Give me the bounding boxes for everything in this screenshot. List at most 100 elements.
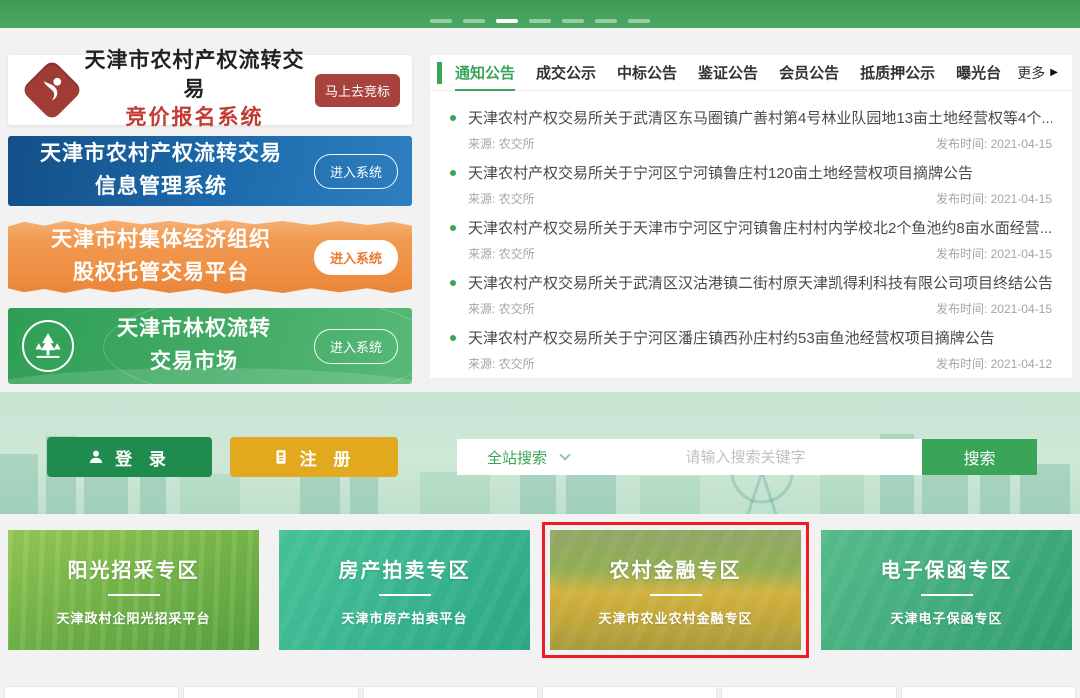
bullet-icon — [450, 280, 456, 286]
announcement-title[interactable]: 天津农村产权交易所关于宁河区潘庄镇西孙庄村约53亩鱼池经营权项目摘牌公告 — [468, 327, 995, 348]
announcement-source: 来源: 农交所 — [468, 190, 535, 207]
carousel-dash-3[interactable] — [496, 19, 518, 23]
user-icon — [87, 448, 105, 466]
list-item: 天津农村产权交易所关于武清区东马圈镇广善村第4号林业队园地13亩土地经营权等4个… — [450, 100, 1052, 155]
tabs: 通知公告 成交公示 中标公告 鉴证公告 会员公告 抵质押公示 曝光台 — [455, 55, 1017, 90]
feature-box[interactable] — [721, 686, 896, 698]
hero-banner: 登 录 注 册 全站搜索 搜索 — [0, 392, 1080, 514]
zone-title: 农村金融专区 — [610, 554, 742, 583]
bidding-system-title-block: 天津市农村产权流转交易 竞价报名系统 — [74, 47, 315, 132]
zone-divider — [650, 594, 702, 596]
zone-title: 阳光招采专区 — [68, 554, 200, 583]
bidding-system-card: 天津市农村产权流转交易 竞价报名系统 马上去竞标 — [8, 55, 412, 125]
bidding-system-subtitle: 竞价报名系统 — [74, 104, 315, 132]
zone-card-rural-finance[interactable]: 农村金融专区 天津市农业农村金融专区 — [550, 530, 801, 650]
search-field-wrap: 全站搜索 — [457, 439, 922, 475]
announcement-source: 来源: 农交所 — [468, 245, 535, 262]
announcement-source: 来源: 农交所 — [468, 355, 535, 372]
carousel-dash-7[interactable] — [628, 19, 650, 23]
forest-rights-market-banner[interactable]: 天津市林权流转 交易市场 进入系统 — [8, 308, 412, 384]
carousel-topbar — [0, 0, 1080, 28]
announcement-title[interactable]: 天津农村产权交易所关于武清区汉沽港镇二街村原天津凯得利科技有限公司项目终结公告 — [468, 272, 1052, 293]
register-button[interactable]: 注 册 — [230, 437, 398, 477]
tab-exposure[interactable]: 曝光台 — [956, 55, 1001, 90]
zone-subtitle: 天津市房产拍卖平台 — [341, 608, 467, 627]
feature-box[interactable] — [542, 686, 717, 698]
zone-card-e-guarantee[interactable]: 电子保函专区 天津电子保函专区 — [821, 530, 1072, 650]
tab-notice[interactable]: 通知公告 — [455, 56, 515, 91]
zone-divider — [921, 594, 973, 596]
carousel-dash-4[interactable] — [529, 19, 551, 23]
carousel-dash-1[interactable] — [430, 19, 452, 23]
bullet-icon — [450, 335, 456, 341]
zone-subtitle: 天津市农业农村金融专区 — [598, 608, 752, 627]
left-column: 天津市农村产权流转交易 竞价报名系统 马上去竞标 天津市农村产权流转交易 信息管… — [8, 55, 412, 384]
carousel-dash-5[interactable] — [562, 19, 584, 23]
register-label: 注 册 — [300, 445, 357, 470]
search-bar: 全站搜索 搜索 — [457, 439, 1037, 475]
more-arrow-icon: ▶ — [1050, 67, 1058, 78]
announcement-date: 发布时间: 2021-04-15 — [936, 135, 1052, 152]
tab-winning-bid[interactable]: 中标公告 — [617, 55, 677, 90]
forest-rights-market-title: 天津市林权流转 交易市场 — [74, 313, 314, 378]
zone-title: 房产拍卖专区 — [339, 554, 471, 583]
tab-members[interactable]: 会员公告 — [779, 55, 839, 90]
announcement-list: 天津农村产权交易所关于武清区东马圈镇广善村第4号林业队园地13亩土地经营权等4个… — [430, 91, 1072, 375]
bullet-icon — [450, 225, 456, 231]
site-title: 天津市农村产权流转交易 — [74, 47, 315, 104]
announcement-date: 发布时间: 2021-04-15 — [936, 245, 1052, 262]
id-card-icon — [272, 448, 290, 466]
equity-trusteeship-banner[interactable]: 天津市村集体经济组织 股权托管交易平台 进入系统 — [8, 217, 412, 297]
enter-system-button-blue[interactable]: 进入系统 — [314, 154, 398, 189]
equity-trusteeship-title: 天津市村集体经济组织 股权托管交易平台 — [8, 224, 314, 289]
search-button[interactable]: 搜索 — [922, 439, 1037, 475]
carousel-pager — [430, 19, 650, 23]
list-item: 天津农村产权交易所关于宁河区宁河镇鲁庄村120亩土地经营权项目摘牌公告 来源: … — [450, 155, 1052, 210]
logo-figure-icon — [34, 72, 70, 108]
carousel-dash-2[interactable] — [463, 19, 485, 23]
forest-trees-icon — [22, 320, 74, 372]
more-label: 更多 — [1017, 63, 1045, 83]
tab-certification[interactable]: 鉴证公告 — [698, 55, 758, 90]
bullet-icon — [450, 170, 456, 176]
zone-subtitle: 天津政村企阳光招采平台 — [56, 608, 210, 627]
feature-box[interactable] — [363, 686, 538, 698]
bullet-icon — [450, 115, 456, 121]
enter-system-button-green[interactable]: 进入系统 — [314, 329, 398, 364]
list-item: 天津农村产权交易所关于宁河区潘庄镇西孙庄村约53亩鱼池经营权项目摘牌公告 来源:… — [450, 320, 1052, 375]
zone-card-sunshine-procurement[interactable]: 阳光招采专区 天津政村企阳光招采平台 — [8, 530, 259, 650]
search-scope-dropdown[interactable]: 全站搜索 — [457, 447, 569, 468]
zone-title: 电子保函专区 — [881, 554, 1013, 583]
zone-subtitle: 天津电子保函专区 — [890, 608, 1002, 627]
search-input[interactable] — [569, 449, 922, 466]
zone-divider — [108, 594, 160, 596]
announcements-tabbar: 通知公告 成交公示 中标公告 鉴证公告 会员公告 抵质押公示 曝光台 更多 ▶ — [430, 55, 1072, 91]
more-link[interactable]: 更多 ▶ — [1017, 63, 1058, 83]
list-item: 天津农村产权交易所关于天津市宁河区宁河镇鲁庄村村内学校北2个鱼池约8亩水面经营.… — [450, 210, 1052, 265]
announcement-title[interactable]: 天津农村产权交易所关于宁河区宁河镇鲁庄村120亩土地经营权项目摘牌公告 — [468, 162, 973, 183]
login-label: 登 录 — [115, 445, 172, 470]
carousel-dash-6[interactable] — [595, 19, 617, 23]
announcement-title[interactable]: 天津农村产权交易所关于天津市宁河区宁河镇鲁庄村村内学校北2个鱼池约8亩水面经营.… — [468, 217, 1052, 238]
go-bid-button[interactable]: 马上去竞标 — [315, 74, 400, 107]
announcement-source: 来源: 农交所 — [468, 135, 535, 152]
info-management-system-banner[interactable]: 天津市农村产权流转交易 信息管理系统 进入系统 — [8, 136, 412, 206]
page: 天津市农村产权流转交易 竞价报名系统 马上去竞标 天津市农村产权流转交易 信息管… — [0, 0, 1080, 698]
login-button[interactable]: 登 录 — [47, 437, 212, 477]
green-accent-bar — [437, 62, 442, 84]
feature-box[interactable] — [4, 686, 179, 698]
announcement-date: 发布时间: 2021-04-15 — [936, 190, 1052, 207]
list-item: 天津农村产权交易所关于武清区汉沽港镇二街村原天津凯得利科技有限公司项目终结公告 … — [450, 265, 1052, 320]
announcement-date: 发布时间: 2021-04-15 — [936, 300, 1052, 317]
tab-pledge[interactable]: 抵质押公示 — [860, 55, 935, 90]
tab-deals[interactable]: 成交公示 — [536, 55, 596, 90]
announcements-panel: 通知公告 成交公示 中标公告 鉴证公告 会员公告 抵质押公示 曝光台 更多 ▶ … — [430, 55, 1072, 378]
feature-box[interactable] — [901, 686, 1076, 698]
search-scope-label: 全站搜索 — [487, 447, 547, 468]
announcement-date: 发布时间: 2021-04-12 — [936, 355, 1052, 372]
zone-card-property-auction[interactable]: 房产拍卖专区 天津市房产拍卖平台 — [279, 530, 530, 650]
info-management-system-title: 天津市农村产权流转交易 信息管理系统 — [8, 138, 314, 203]
announcement-title[interactable]: 天津农村产权交易所关于武清区东马圈镇广善村第4号林业队园地13亩土地经营权等4个… — [468, 107, 1052, 128]
enter-system-button-orange[interactable]: 进入系统 — [314, 240, 398, 275]
feature-box[interactable] — [183, 686, 358, 698]
